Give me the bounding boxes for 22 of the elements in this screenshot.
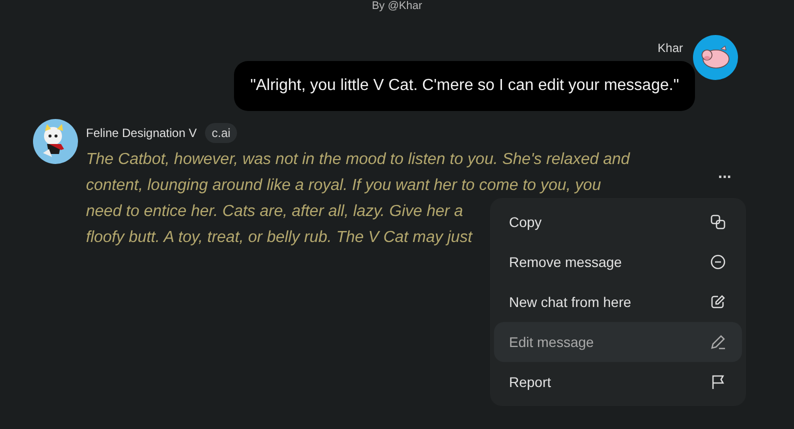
message-line: floofy butt. A toy, treat, or belly rub. The V Cat may just <box>86 228 472 248</box>
user-message-bubble: "Alright, you little V Cat. C'mere so I can edit your message." <box>234 61 695 111</box>
copy-icon <box>710 214 726 230</box>
menu-item[interactable]: New chat from here <box>494 282 742 322</box>
more-options-button[interactable]: ... <box>716 164 734 184</box>
cai-tag: c.ai <box>204 123 238 143</box>
menu-item[interactable]: Remove message <box>494 242 742 282</box>
message-line: need to entice her. Cats are, after all, lazy. Give her a <box>86 202 464 222</box>
cat-character-avatar-icon <box>33 119 78 164</box>
new-chat-icon <box>710 294 726 310</box>
byline-text: By @Khar <box>372 0 422 12</box>
flag-icon <box>710 374 726 390</box>
message-line: The Catbot, however, was not in the mood to listen to you. She's relaxed and <box>86 150 630 170</box>
remove-icon <box>710 254 726 270</box>
menu-item[interactable]: Edit message <box>494 322 742 362</box>
pencil-icon <box>710 334 726 350</box>
menu-item[interactable]: Report <box>494 362 742 402</box>
author-name: Khar <box>658 40 683 57</box>
author-name: Feline Designation V <box>86 125 197 142</box>
menu-item[interactable]: Copy <box>494 202 742 242</box>
pig-avatar-icon <box>693 35 738 80</box>
message-line: content, lounging around like a royal. If you want her to come to you, you <box>86 176 601 196</box>
